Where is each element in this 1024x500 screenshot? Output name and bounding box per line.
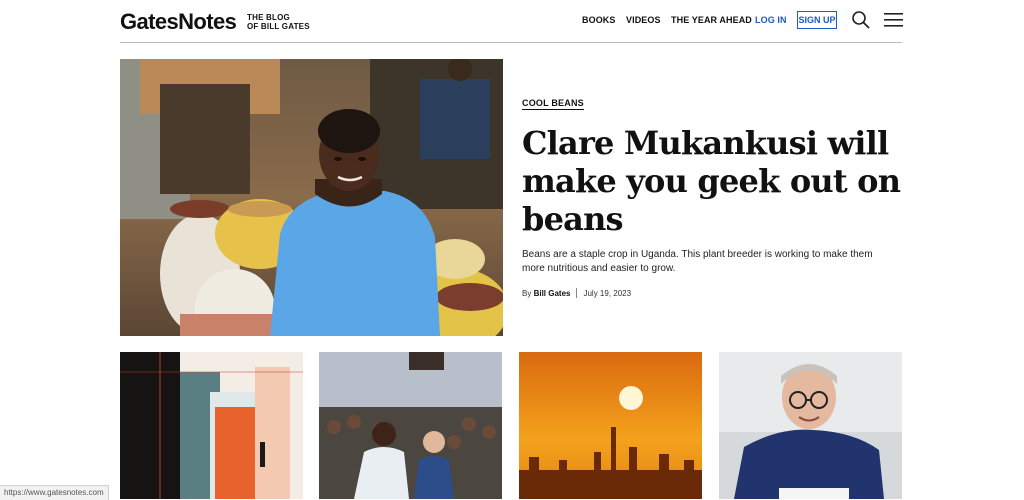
article-byline: By Bill Gates July 19, 2023 (522, 288, 631, 298)
tagline-line-1: THE BLOG (247, 13, 290, 22)
tagline-line-2: OF BILL GATES (247, 22, 310, 31)
nav-the-year-ahead[interactable]: THE YEAR AHEAD (671, 15, 752, 25)
publish-date: July 19, 2023 (583, 289, 632, 298)
story-card-image-4[interactable] (719, 352, 902, 499)
author-name: Bill Gates (533, 289, 571, 298)
byline-prefix: By (522, 289, 532, 298)
login-link[interactable]: LOG IN (755, 15, 787, 25)
site-tagline: THE BLOG OF BILL GATES (247, 13, 310, 31)
site-logo[interactable]: GatesNotes (120, 9, 237, 35)
hero-image[interactable] (120, 59, 503, 336)
hamburger-menu-icon[interactable] (884, 12, 903, 28)
article-category[interactable]: COOL BEANS (522, 98, 584, 110)
site-header: GatesNotes THE BLOG OF BILL GATES BOOKS … (120, 0, 903, 43)
nav-videos[interactable]: VIDEOS (626, 15, 661, 25)
article-headline[interactable]: Clare Mukankusi will make you geek out o… (522, 124, 902, 238)
search-icon[interactable] (851, 10, 871, 30)
signup-button[interactable]: SIGN UP (797, 11, 837, 29)
story-card-image-2[interactable] (319, 352, 502, 499)
story-card-image-1[interactable] (120, 352, 303, 499)
nav-books[interactable]: BOOKS (582, 15, 616, 25)
story-card-image-3[interactable] (519, 352, 702, 499)
byline-divider (576, 288, 578, 298)
status-bar-url: https://www.gatesnotes.com (0, 485, 109, 500)
article-summary: Beans are a staple crop in Uganda. This … (522, 249, 873, 274)
